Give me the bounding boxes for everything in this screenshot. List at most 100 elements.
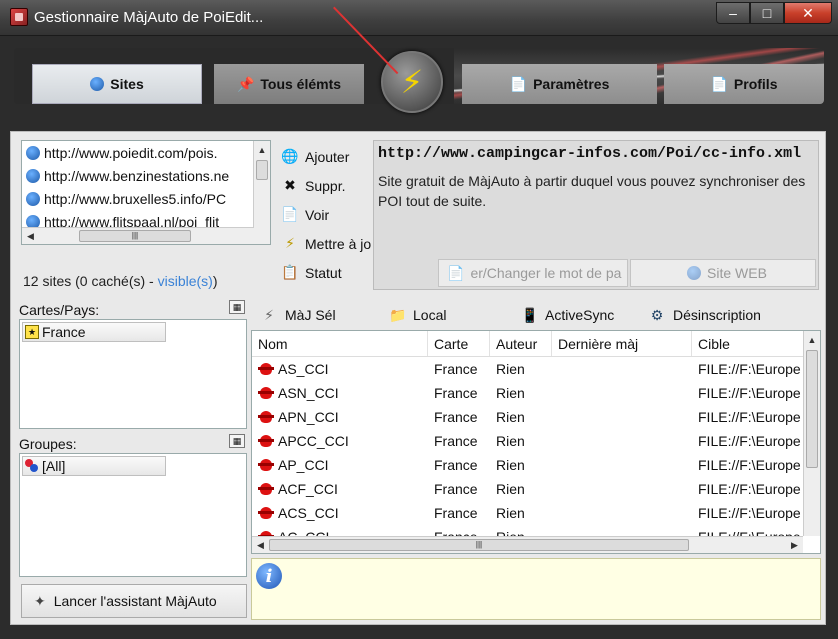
tab-sites[interactable]: Sites	[32, 64, 202, 104]
scroll-left-icon[interactable]: ◀	[22, 231, 39, 242]
globe-icon	[26, 145, 40, 160]
poi-icon	[258, 362, 274, 376]
tab-all-items[interactable]: 📌 Tous élémts	[214, 64, 364, 104]
group-icon	[25, 459, 39, 473]
cell-author: Rien	[496, 409, 525, 425]
table-row[interactable]: APCC_CCI France Rien FILE://F:\Europe	[252, 429, 820, 453]
add-globe-icon: 🌐	[281, 148, 299, 164]
scroll-thumb[interactable]	[256, 160, 268, 180]
table-row[interactable]: AS_CCI France Rien FILE://F:\Europe	[252, 357, 820, 381]
grid-vertical-scrollbar[interactable]: ▲	[803, 331, 820, 536]
folder-icon: 📁	[389, 306, 407, 323]
cell-last-update	[552, 453, 692, 477]
cell-map: France	[434, 481, 478, 497]
cell-author: Rien	[496, 385, 525, 401]
column-header-last-update[interactable]: Dernière màj	[552, 331, 692, 356]
list-item[interactable]: http://www.poiedit.com/pois.	[22, 141, 270, 164]
sites-list[interactable]: http://www.poiedit.com/pois. http://www.…	[21, 140, 271, 245]
list-item[interactable]: http://www.bruxelles5.info/PC	[22, 187, 270, 210]
poi-icon	[258, 386, 274, 400]
cell-target: FILE://F:\Europe	[698, 433, 801, 449]
app-icon[interactable]	[10, 8, 28, 26]
tab-all-items-label: Tous élémts	[260, 76, 342, 92]
sites-horizontal-scrollbar[interactable]: ◀ |||	[22, 227, 254, 244]
scroll-thumb[interactable]	[806, 350, 818, 468]
table-row[interactable]: APN_CCI France Rien FILE://F:\Europe	[252, 405, 820, 429]
sites-vertical-scrollbar[interactable]: ▲	[253, 141, 270, 244]
pin-icon: 📌	[236, 75, 255, 92]
scroll-thumb[interactable]: |||	[79, 230, 191, 242]
site-detail-panel: http://www.campingcar-infos.com/Poi/cc-i…	[373, 140, 819, 290]
maximize-button[interactable]: □	[750, 2, 784, 24]
cell-author: Rien	[496, 481, 525, 497]
list-item[interactable]: http://www.benzinestations.ne	[22, 164, 270, 187]
cell-author: Rien	[496, 505, 525, 521]
table-row[interactable]: ACF_CCI France Rien FILE://F:\Europe	[252, 477, 820, 501]
groups-options-icon[interactable]: ▦	[229, 434, 245, 448]
view-site-button[interactable]: 📄 Voir	[281, 200, 371, 229]
close-button[interactable]: ✕	[784, 2, 832, 24]
cell-target: FILE://F:\Europe	[698, 457, 801, 473]
activesync-button[interactable]: 📱 ActiveSync	[521, 307, 614, 324]
poi-grid[interactable]: Nom Carte Auteur Dernière màj Cible AS_C…	[251, 330, 821, 554]
poi-icon	[258, 458, 274, 472]
tab-profiles[interactable]: 📄 Profils	[664, 64, 824, 104]
key-doc-icon: 📄	[447, 264, 465, 281]
tab-parameters[interactable]: 📄 Paramètres	[462, 64, 657, 104]
column-header-target[interactable]: Cible	[692, 331, 808, 356]
minimize-button[interactable]: –	[716, 2, 750, 24]
cell-last-update	[552, 381, 692, 405]
column-header-author[interactable]: Auteur	[490, 331, 552, 356]
main-panel: http://www.poiedit.com/pois. http://www.…	[10, 131, 826, 625]
window-controls: – □ ✕	[716, 2, 832, 24]
lightning-small-icon: ⚡	[285, 235, 295, 251]
delete-site-button[interactable]: ✖ Suppr.	[281, 171, 371, 200]
cell-name: ASN_CCI	[252, 381, 428, 405]
lightning-icon: ⚡	[400, 64, 424, 100]
table-row[interactable]: ASN_CCI France Rien FILE://F:\Europe	[252, 381, 820, 405]
cell-map: France	[434, 385, 478, 401]
lightning-small-icon: ⚡	[264, 306, 274, 323]
table-row[interactable]: ACS_CCI France Rien FILE://F:\Europe	[252, 501, 820, 525]
sites-globe-icon	[90, 77, 105, 91]
web-site-button[interactable]: Site WEB	[630, 259, 816, 287]
grid-body: AS_CCI France Rien FILE://F:\Europe ASN_CCI F…	[252, 357, 820, 549]
scroll-thumb[interactable]: |||	[269, 539, 689, 551]
add-site-button[interactable]: 🌐 Ajouter	[281, 142, 371, 171]
grid-horizontal-scrollbar[interactable]: ◀ ||| ▶	[252, 536, 803, 553]
groups-list[interactable]: [All]	[19, 453, 247, 577]
device-icon: 📱	[521, 306, 539, 323]
cell-name: ACF_CCI	[252, 477, 428, 501]
info-icon: i	[256, 563, 282, 589]
update-site-button[interactable]: ⚡Mettre à jou	[281, 229, 371, 258]
column-header-name[interactable]: Nom	[252, 331, 428, 356]
run-update-button[interactable]: ⚡	[381, 51, 443, 113]
list-item[interactable]: ★ France	[22, 322, 166, 342]
column-header-map[interactable]: Carte	[428, 331, 490, 356]
update-selected-button[interactable]: ⚡ MàJ Sél	[261, 307, 336, 324]
window-title: Gestionnaire MàjAuto de PoiEdit...	[34, 9, 264, 26]
maps-list[interactable]: ★ France	[19, 319, 247, 429]
sites-count: 12 sites (0 caché(s) - visible(s))	[23, 273, 218, 289]
scroll-up-icon[interactable]: ▲	[804, 331, 820, 348]
unsubscribe-button[interactable]: ⚙ Désinscription	[649, 307, 761, 324]
cell-map: France	[434, 361, 478, 377]
cell-last-update	[552, 357, 692, 381]
visible-link[interactable]: visible(s)	[158, 273, 213, 289]
scroll-right-icon[interactable]: ▶	[786, 540, 803, 551]
scroll-left-icon[interactable]: ◀	[252, 540, 269, 551]
cell-author: Rien	[496, 361, 525, 377]
table-row[interactable]: AP_CCI France Rien FILE://F:\Europe	[252, 453, 820, 477]
site-url: http://www.campingcar-infos.com/Poi/cc-i…	[378, 145, 802, 162]
status-button[interactable]: 📋 Statut	[281, 258, 371, 287]
scroll-up-icon[interactable]: ▲	[254, 141, 270, 158]
site-actions: 🌐Ajouter ✖Suppr. 📄Voir ⚡Mettre à jou 📋St…	[281, 142, 371, 287]
status-doc-icon: 📋	[281, 264, 299, 280]
cell-name: APCC_CCI	[252, 429, 428, 453]
launch-assistant-button[interactable]: ✦ Lancer l'assistant MàjAuto	[21, 584, 247, 618]
local-button[interactable]: 📁 Local	[389, 307, 446, 324]
list-item[interactable]: [All]	[22, 456, 166, 476]
change-password-button[interactable]: 📄 er/Changer le mot de pa	[438, 259, 628, 287]
maps-options-icon[interactable]: ▦	[229, 300, 245, 314]
web-globe-icon	[687, 266, 702, 280]
